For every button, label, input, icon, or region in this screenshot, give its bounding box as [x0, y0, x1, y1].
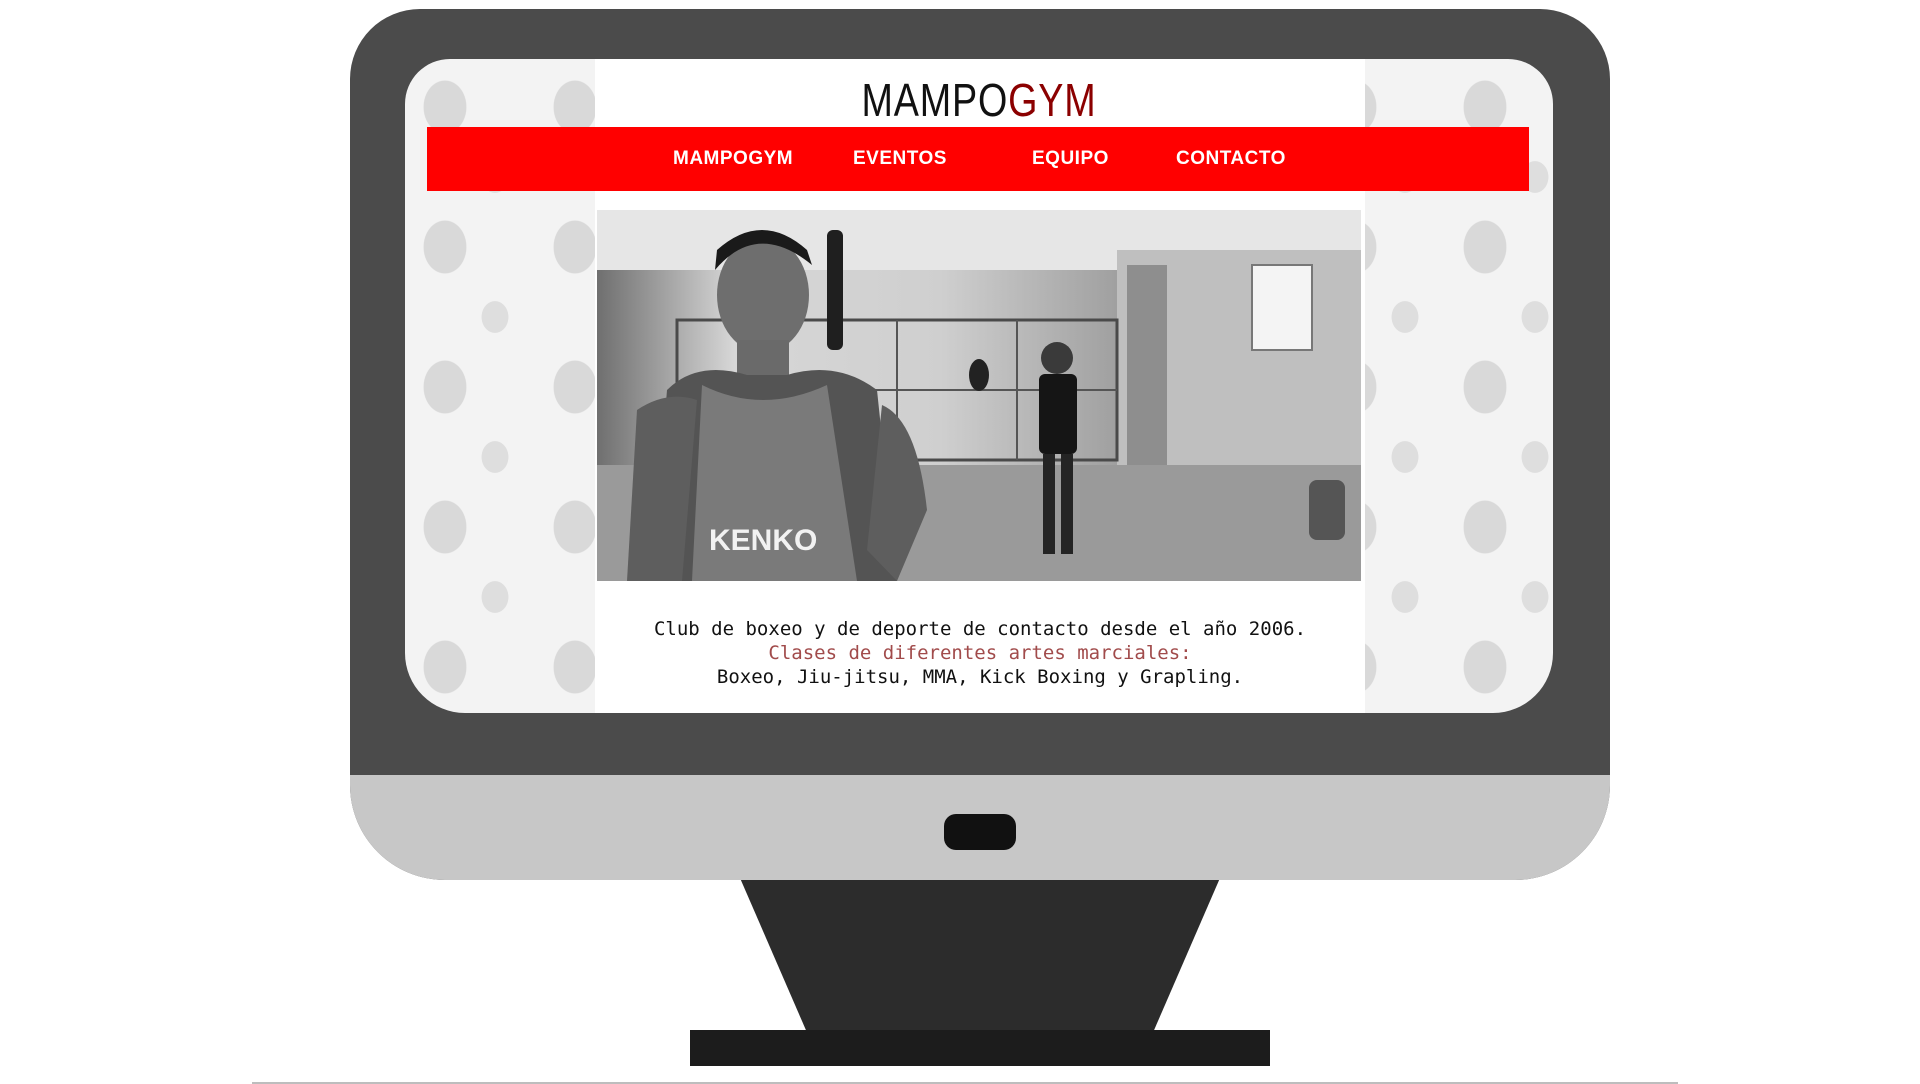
- hero-photo: KENKO: [597, 210, 1361, 581]
- monitor-chin: [350, 775, 1610, 880]
- logo-text-gym: GYM: [1008, 74, 1097, 126]
- intro-text: Club de boxeo y de deporte de contacto d…: [595, 617, 1365, 689]
- intro-line-3: Boxeo, Jiu-jitsu, MMA, Kick Boxing y Gra…: [716, 666, 1244, 688]
- hero-photo-illustration: KENKO: [597, 210, 1361, 581]
- intro-line-2: Clases de diferentes artes marciales:: [768, 642, 1192, 664]
- shirt-text: KENKO: [709, 524, 817, 557]
- monitor-stand-neck: [740, 878, 1220, 1033]
- nav-item-mampogym[interactable]: MAMPOGYM: [673, 148, 793, 170]
- intro-line-1: Club de boxeo y de deporte de contacto d…: [653, 618, 1307, 640]
- power-button[interactable]: [944, 814, 1016, 850]
- nav-item-equipo[interactable]: EQUIPO: [1032, 148, 1109, 170]
- site-logo[interactable]: MAMPOGYM: [508, 73, 1449, 127]
- nav-bar: MAMPOGYM EVENTOS EQUIPO CONTACTO: [427, 127, 1529, 191]
- monitor-stand-base: [690, 1030, 1270, 1066]
- logo-text-mampo: MAMPO: [861, 74, 1009, 126]
- monitor-screen: MAMPOGYM MAMPOGYM EVENTOS EQUIPO CONTACT…: [405, 59, 1553, 713]
- nav-item-eventos[interactable]: EVENTOS: [853, 148, 947, 170]
- nav-item-contacto[interactable]: CONTACTO: [1176, 148, 1286, 170]
